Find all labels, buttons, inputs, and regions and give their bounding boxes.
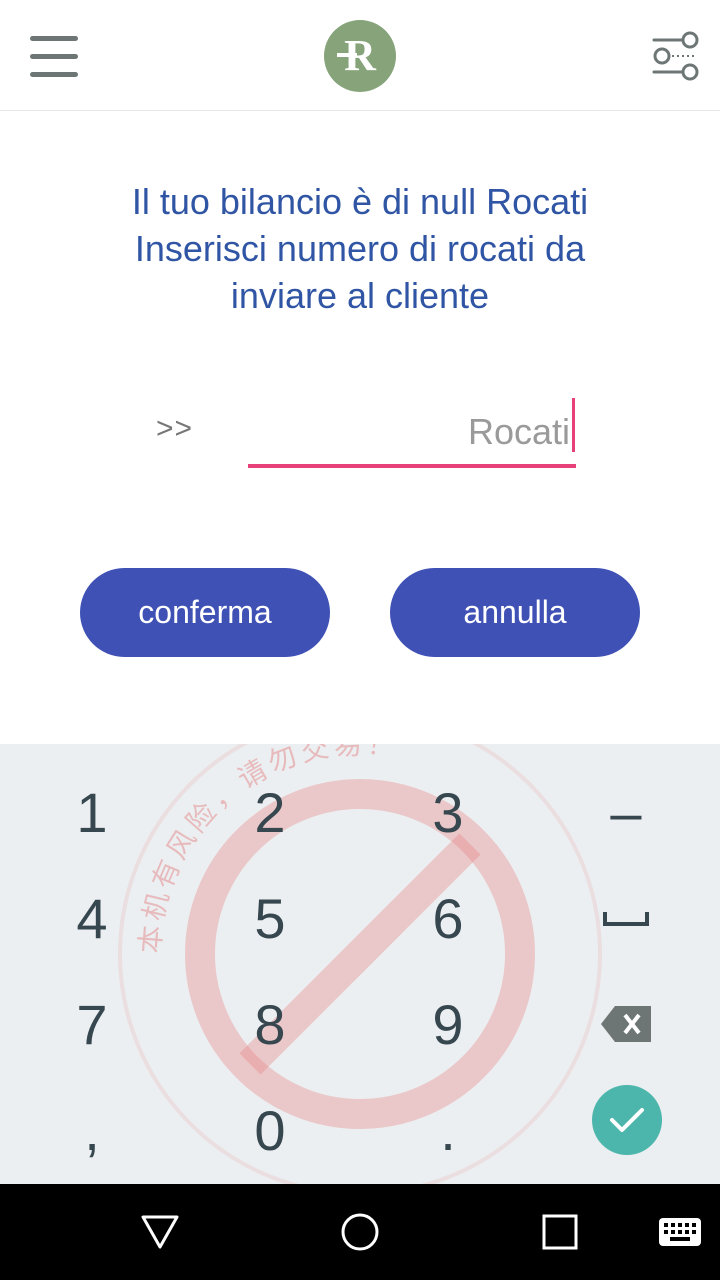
- menu-button[interactable]: [20, 28, 88, 84]
- filter-sliders-icon: [652, 31, 699, 81]
- key-6[interactable]: 6: [388, 868, 508, 968]
- risk-watermark-stamp: 本机有风险，请勿交易！: [118, 744, 602, 1184]
- system-navigation-bar: [0, 1184, 720, 1280]
- key-space[interactable]: [566, 868, 686, 968]
- keyboard-done-button[interactable]: [592, 1085, 662, 1155]
- key-9[interactable]: 9: [388, 974, 508, 1074]
- back-button[interactable]: [130, 1202, 190, 1262]
- numeric-keyboard: 本机有风险，请勿交易！ 1 2 3 – 4 5 6 7 8 9 , 0 .: [0, 744, 720, 1184]
- key-backspace[interactable]: [566, 974, 686, 1074]
- key-8[interactable]: 8: [210, 974, 330, 1074]
- keyboard-switch-button[interactable]: [650, 1202, 710, 1262]
- key-4[interactable]: 4: [32, 868, 152, 968]
- app-logo: R: [324, 20, 396, 92]
- keyboard-icon: [659, 1218, 701, 1246]
- instruction-line: Inserisci numero di rocati da: [134, 228, 586, 269]
- key-dot[interactable]: .: [388, 1080, 508, 1180]
- rocati-amount-input[interactable]: [248, 400, 576, 468]
- home-button[interactable]: [330, 1202, 390, 1262]
- back-triangle-icon: [141, 1215, 179, 1249]
- instruction-line: inviare al cliente: [230, 275, 490, 316]
- hamburger-menu-icon: [30, 72, 78, 77]
- balance-message: Il tuo bilancio è di null Rocati Inseris…: [40, 178, 680, 319]
- key-7[interactable]: 7: [32, 974, 152, 1074]
- hamburger-menu-icon: [30, 36, 78, 41]
- key-comma[interactable]: ,: [32, 1080, 152, 1180]
- input-prefix: >>: [156, 412, 194, 445]
- cancel-button[interactable]: annulla: [390, 568, 640, 657]
- balance-line: Il tuo bilancio è di null Rocati: [131, 181, 589, 222]
- key-3[interactable]: 3: [388, 762, 508, 862]
- app-bar: R: [0, 0, 720, 111]
- hamburger-menu-icon: [30, 54, 78, 59]
- check-icon: [610, 1108, 644, 1132]
- key-0[interactable]: 0: [210, 1080, 330, 1180]
- filter-sliders-button[interactable]: [640, 26, 704, 86]
- space-bar-icon: [603, 912, 649, 926]
- home-circle-icon: [341, 1213, 379, 1251]
- key-2[interactable]: 2: [210, 762, 330, 862]
- key-5[interactable]: 5: [210, 868, 330, 968]
- key-1[interactable]: 1: [32, 762, 152, 862]
- backspace-icon: [601, 1006, 651, 1042]
- text-cursor: [572, 398, 575, 452]
- confirm-button[interactable]: conferma: [80, 568, 330, 657]
- key-minus[interactable]: –: [566, 762, 686, 862]
- recents-button[interactable]: [530, 1202, 590, 1262]
- recents-square-icon: [542, 1214, 578, 1250]
